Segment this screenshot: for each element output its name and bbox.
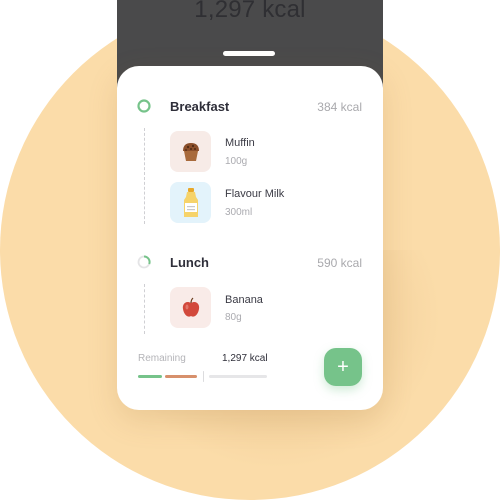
lunch-progress-ring xyxy=(137,255,151,269)
flavour-milk-qty: 300ml xyxy=(225,207,253,218)
muffin-name[interactable]: Muffin xyxy=(225,137,255,149)
lunch-kcal: 590 kcal xyxy=(317,256,362,270)
breakfast-timeline xyxy=(144,128,145,224)
muffin-thumbnail[interactable] xyxy=(170,131,211,172)
meal-card: Breakfast 384 kcal Muffin 100g Flavour M… xyxy=(117,66,383,410)
flavour-milk-thumbnail[interactable] xyxy=(170,182,211,223)
remaining-label: Remaining xyxy=(138,353,186,364)
breakfast-kcal: 384 kcal xyxy=(317,100,362,114)
banana-qty: 80g xyxy=(225,312,242,323)
apple-icon xyxy=(182,297,199,317)
muffin-qty: 100g xyxy=(225,156,248,167)
add-food-button[interactable]: + xyxy=(324,348,362,386)
lunch-timeline xyxy=(144,284,145,334)
flavour-milk-name[interactable]: Flavour Milk xyxy=(225,188,284,200)
progress-bar-orange xyxy=(165,375,197,378)
banana-thumbnail[interactable] xyxy=(170,287,211,328)
milk-bottle-icon xyxy=(183,187,198,217)
remaining-value: 1,297 kcal xyxy=(222,353,268,364)
progress-bar-empty xyxy=(209,375,267,378)
breakfast-title[interactable]: Breakfast xyxy=(170,99,229,114)
progress-divider xyxy=(203,371,204,382)
total-kcal: 1,297 kcal xyxy=(194,0,306,23)
lunch-title[interactable]: Lunch xyxy=(170,255,209,270)
banana-name[interactable]: Banana xyxy=(225,294,263,306)
progress-bar-green xyxy=(138,375,162,378)
breakfast-progress-ring xyxy=(137,99,151,113)
home-indicator[interactable] xyxy=(223,51,275,56)
muffin-icon xyxy=(182,142,199,161)
